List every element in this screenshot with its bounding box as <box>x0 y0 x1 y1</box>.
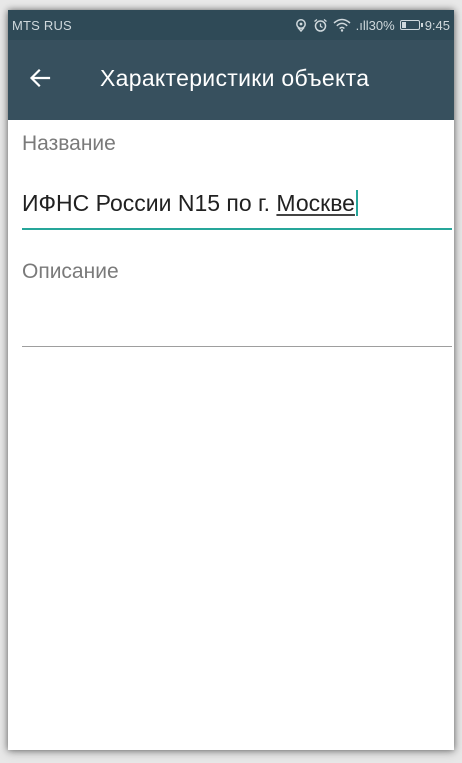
name-input-misspelled-word: Москве <box>276 190 355 216</box>
description-label: Описание <box>22 260 119 283</box>
description-field[interactable]: Описание <box>22 260 452 352</box>
arrow-back-icon <box>29 67 51 94</box>
status-bar: MTS RUS .ıll30% 9:45 <box>8 10 454 40</box>
status-icons: .ıll30% 9:45 <box>294 16 450 34</box>
alarm-icon <box>313 18 328 33</box>
back-button[interactable] <box>24 64 56 96</box>
name-label: Название <box>22 132 116 155</box>
name-input[interactable]: ИФНС России N15 по г. Москве <box>22 190 358 217</box>
battery-fill <box>401 22 406 28</box>
wifi-icon <box>333 18 351 32</box>
description-input-underline <box>22 346 452 347</box>
location-icon <box>294 18 308 32</box>
signal-percent: .ıll30% <box>355 17 395 33</box>
name-input-text: ИФНС России N15 по г. <box>22 190 277 216</box>
carrier-name: MTS RUS <box>12 18 72 33</box>
app-bar: Характеристики объекта <box>8 40 454 120</box>
battery-icon <box>399 20 423 30</box>
name-input-underline <box>22 228 452 230</box>
phone-screen: MTS RUS .ıll30% 9:45 Характеристики объе… <box>8 10 454 750</box>
text-cursor <box>355 190 358 216</box>
clock-time: 9:45 <box>424 17 450 33</box>
name-field[interactable]: Название ИФНС России N15 по г. Москве <box>22 132 452 232</box>
page-title: Характеристики объекта <box>100 65 370 91</box>
